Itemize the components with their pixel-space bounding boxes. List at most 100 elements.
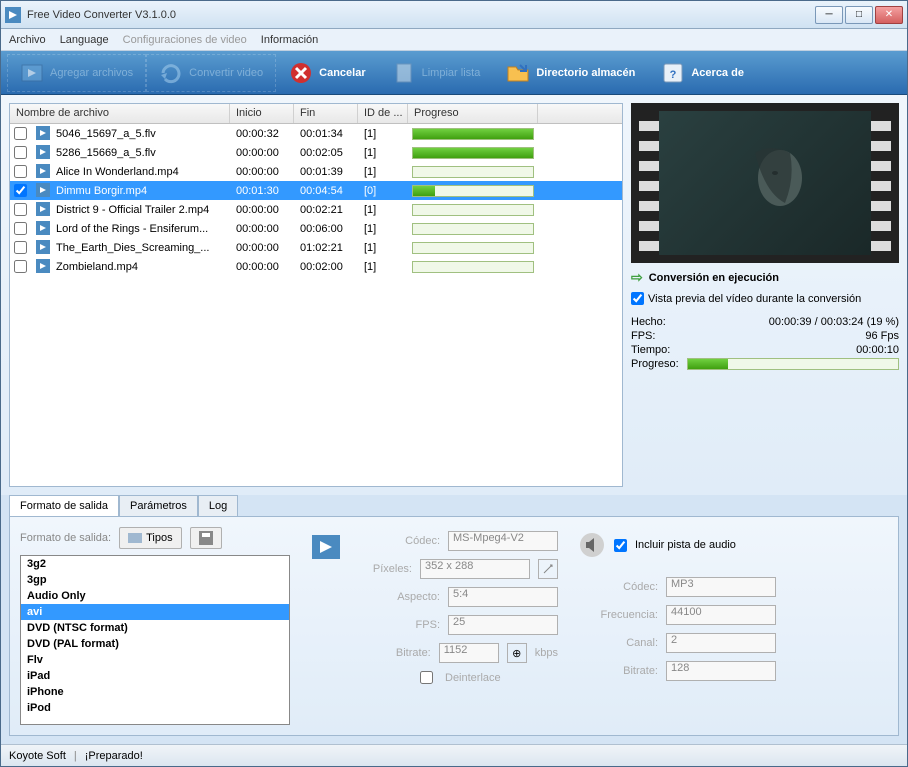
menu-archivo[interactable]: Archivo [9,34,46,46]
format-label: Formato de salida: [20,532,111,544]
video-bitrate-label: Bitrate: [371,647,431,659]
format-option[interactable]: avi [21,604,289,620]
col-name[interactable]: Nombre de archivo [10,104,230,123]
menu-info[interactable]: Información [261,34,318,46]
file-row[interactable]: 5286_15669_a_5.flv00:00:0000:02:05[1] [10,143,622,162]
video-pixels-select[interactable]: 352 x 288 [420,559,530,579]
audio-freq-select[interactable]: 44100 [666,605,776,625]
file-row[interactable]: Dimmu Borgir.mp400:01:3000:04:54[0] [10,181,622,200]
save-format-button[interactable] [190,527,222,549]
bottom-tabs: Formato de salida Parámetros Log Formato… [1,495,907,744]
progress-label: Progreso: [631,358,679,370]
file-id: [1] [358,164,408,180]
format-list[interactable]: 3g23gpAudio OnlyaviDVD (NTSC format)DVD … [20,555,290,725]
file-row[interactable]: The_Earth_Dies_Screaming_...00:00:0001:0… [10,238,622,257]
file-progress [408,221,538,237]
video-aspect-label: Aspecto: [380,591,440,603]
video-fps-select[interactable]: 25 [448,615,558,635]
cancel-button[interactable]: Cancelar [276,54,378,92]
include-audio-label: Incluir pista de audio [635,539,736,551]
tab-output-format[interactable]: Formato de salida [9,495,119,516]
audio-bitrate-select[interactable]: 128 [666,661,776,681]
file-start: 00:00:00 [230,259,294,275]
clear-list-button[interactable]: Limpiar lista [379,54,494,92]
tipos-button[interactable]: Tipos [119,527,182,549]
file-checkbox[interactable] [14,222,27,235]
video-icon [310,531,342,725]
add-files-button[interactable]: Agregar archivos [7,54,146,92]
file-row[interactable]: Zombieland.mp400:00:0000:02:00[1] [10,257,622,276]
format-option[interactable]: DVD (NTSC format) [21,620,289,636]
audio-codec-label: Códec: [598,581,658,593]
file-start: 00:00:00 [230,240,294,256]
file-id: [1] [358,240,408,256]
format-option[interactable]: 3gp [21,572,289,588]
minimize-button[interactable]: ─ [815,6,843,24]
video-codec-select[interactable]: MS-Mpeg4-V2 [448,531,558,551]
file-checkbox[interactable] [14,184,27,197]
format-option[interactable]: Audio Only [21,588,289,604]
format-option[interactable]: Flv [21,652,289,668]
file-row[interactable]: District 9 - Official Trailer 2.mp400:00… [10,200,622,219]
close-button[interactable]: ✕ [875,6,903,24]
convert-video-button[interactable]: Convertir video [146,54,276,92]
format-option[interactable]: DVD (PAL format) [21,636,289,652]
format-option[interactable]: iPod [21,700,289,716]
arrow-right-icon: ⇨ [631,269,643,286]
col-id[interactable]: ID de ... [358,104,408,123]
maximize-button[interactable]: □ [845,6,873,24]
format-option[interactable]: iPhone [21,684,289,700]
menu-config[interactable]: Configuraciones de video [123,34,247,46]
col-progress[interactable]: Progreso [408,104,538,123]
cancel-icon [289,61,313,85]
file-checkbox[interactable] [14,241,27,254]
done-label: Hecho: [631,316,666,328]
output-dir-button[interactable]: Directorio almacén [493,54,648,92]
overall-progressbar [687,358,899,370]
file-progress [408,145,538,161]
preview-checkbox[interactable] [631,292,644,305]
video-fps-label: FPS: [380,619,440,631]
file-row[interactable]: Alice In Wonderland.mp400:00:0000:01:39[… [10,162,622,181]
file-checkbox[interactable] [14,127,27,140]
file-checkbox[interactable] [14,203,27,216]
file-row[interactable]: 5046_15697_a_5.flv00:00:3200:01:34[1] [10,124,622,143]
status-text: ¡Preparado! [85,750,143,762]
file-checkbox[interactable] [14,260,27,273]
pixels-edit-button[interactable] [538,559,558,579]
format-option[interactable]: iPad [21,668,289,684]
menu-language[interactable]: Language [60,34,109,46]
format-option[interactable]: 3g2 [21,556,289,572]
file-row[interactable]: Lord of the Rings - Ensiferum...00:00:00… [10,219,622,238]
file-checkbox[interactable] [14,165,27,178]
audio-section: Incluir pista de audio Códec:MP3 Frecuen… [578,527,776,725]
about-button[interactable]: ? Acerca de [648,54,757,92]
file-start: 00:00:32 [230,126,294,142]
file-name: Dimmu Borgir.mp4 [30,181,230,201]
file-start: 00:00:00 [230,221,294,237]
bitrate-plus-button[interactable]: ⊕ [507,643,527,663]
audio-channel-select[interactable]: 2 [666,633,776,653]
file-end: 00:01:34 [294,126,358,142]
include-audio-checkbox[interactable] [614,539,627,552]
deinterlace-checkbox[interactable] [420,671,433,684]
file-name: Lord of the Rings - Ensiferum... [30,219,230,239]
main-area: Nombre de archivo Inicio Fin ID de ... P… [1,95,907,495]
titlebar: Free Video Converter V3.1.0.0 ─ □ ✕ [1,1,907,29]
col-end[interactable]: Fin [294,104,358,123]
preview-checkbox-row[interactable]: Vista previa del vídeo durante la conver… [631,292,899,305]
file-checkbox[interactable] [14,146,27,159]
video-bitrate-input[interactable]: 1152 [439,643,499,663]
file-start: 00:01:30 [230,183,294,199]
tab-parameters[interactable]: Parámetros [119,495,198,516]
clear-icon [392,61,416,85]
time-value: 00:00:10 [856,344,899,356]
audio-codec-select[interactable]: MP3 [666,577,776,597]
video-aspect-select[interactable]: 5:4 [448,587,558,607]
file-rows: 5046_15697_a_5.flv00:00:3200:01:34[1]528… [10,124,622,486]
col-start[interactable]: Inicio [230,104,294,123]
file-progress [408,259,538,275]
tab-log[interactable]: Log [198,495,238,516]
file-name: 5046_15697_a_5.flv [30,124,230,144]
done-value: 00:00:39 / 00:03:24 (19 %) [769,316,899,328]
